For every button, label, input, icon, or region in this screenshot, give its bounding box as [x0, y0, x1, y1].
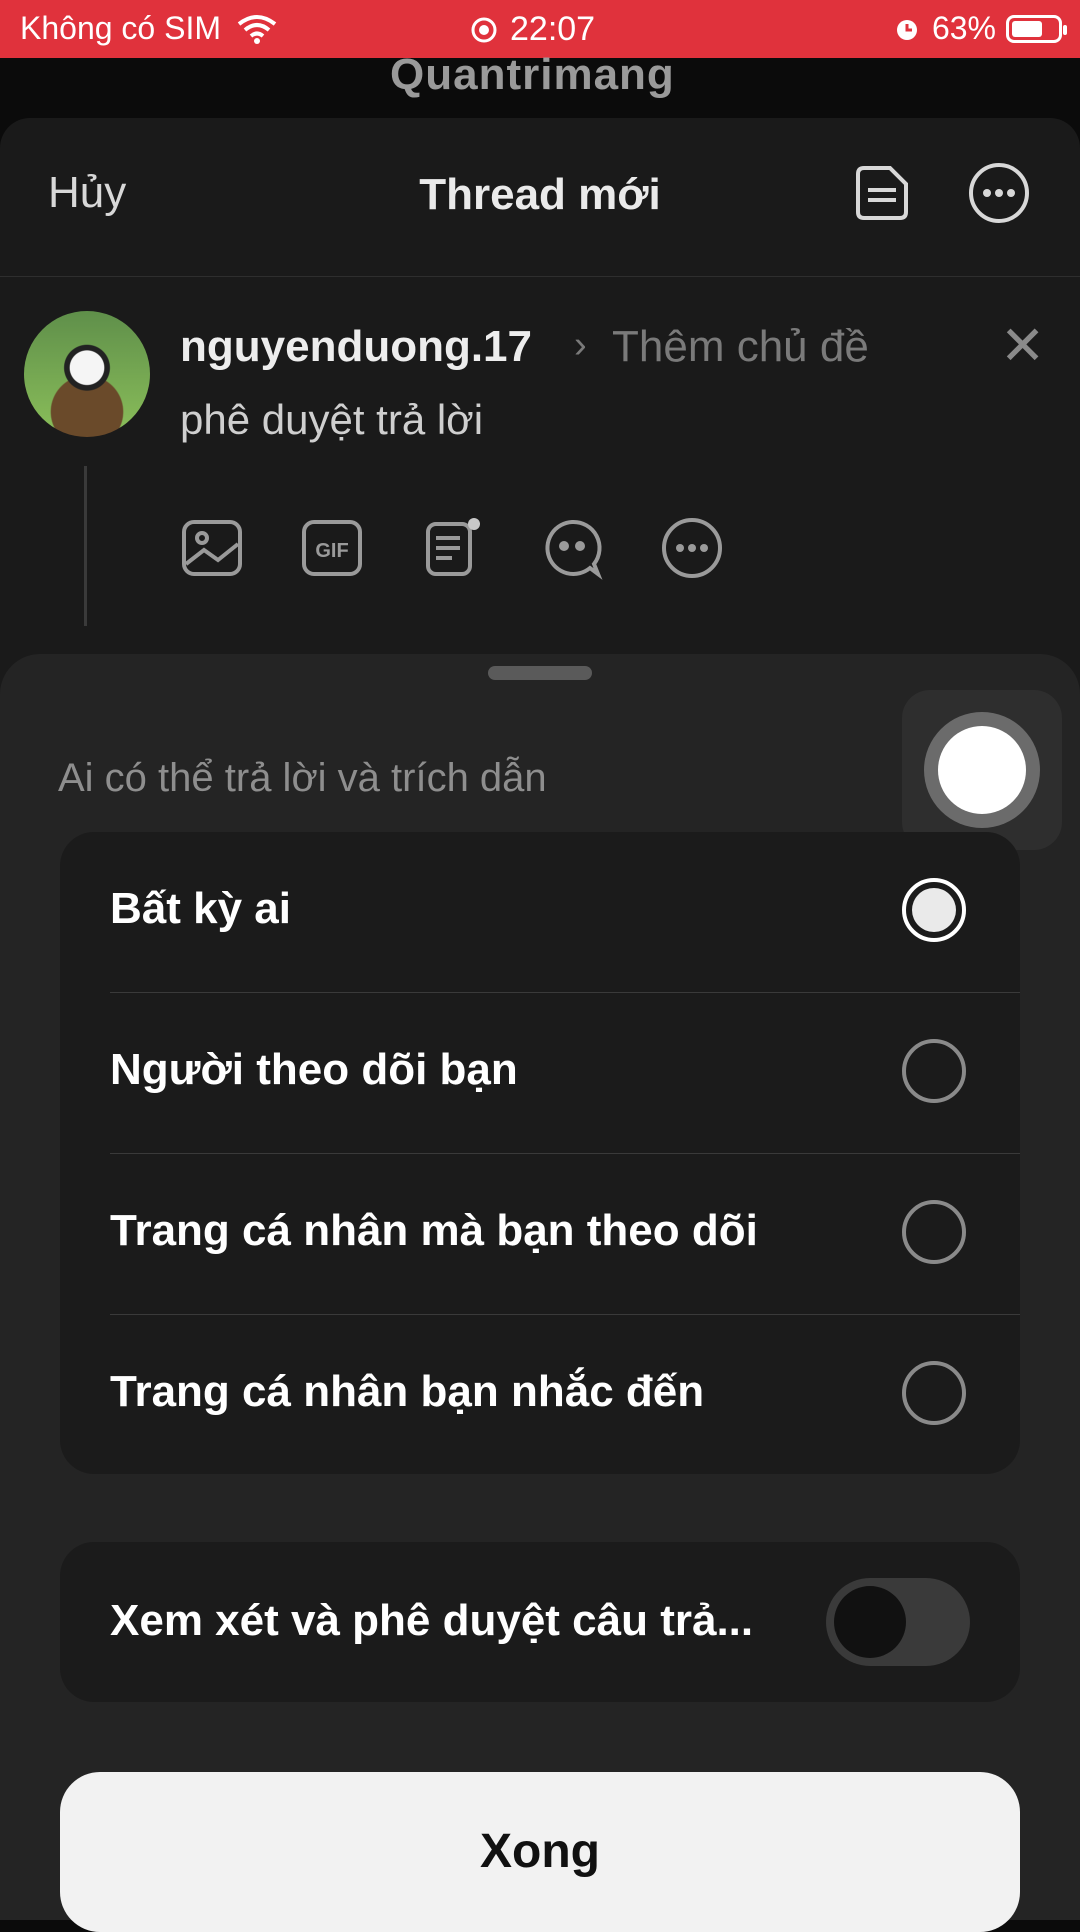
post-text-input[interactable]: phê duyệt trả lời — [180, 396, 483, 444]
carrier-label: Không có SIM — [20, 10, 221, 46]
radio-selected-icon[interactable] — [902, 878, 966, 942]
thread-line — [84, 466, 87, 626]
notes-icon[interactable] — [420, 516, 484, 580]
clock: 22:07 — [510, 10, 596, 48]
location-icon — [471, 17, 497, 42]
alarm-icon — [896, 19, 917, 40]
option-anyone[interactable]: Bất kỳ ai — [60, 832, 1020, 992]
more-options-icon[interactable] — [966, 160, 1032, 226]
done-label: Xong — [480, 1825, 600, 1878]
reply-options-list: Bất kỳ ai Người theo dõi bạn Trang cá nh… — [60, 832, 1020, 1474]
done-button[interactable]: Xong — [60, 1772, 1020, 1932]
add-topic-button[interactable]: Thêm chủ đề — [612, 322, 869, 372]
composer-toolbar: GIF — [180, 516, 724, 580]
option-profiles-you-follow[interactable]: Trang cá nhân mà bạn theo dõi — [60, 1154, 1020, 1314]
option-profiles-mentioned[interactable]: Trang cá nhân bạn nhắc đến — [60, 1315, 1020, 1475]
close-icon[interactable]: ✕ — [1000, 314, 1045, 377]
review-toggle[interactable] — [826, 1578, 970, 1666]
radio-unselected-icon[interactable] — [902, 1361, 966, 1425]
review-label: Xem xét và phê duyệt câu trả... — [110, 1596, 754, 1645]
assistive-touch-button[interactable] — [902, 690, 1062, 850]
watermark-logo: Quantrimang — [390, 50, 675, 99]
more-icon[interactable] — [660, 516, 724, 580]
battery-icon — [1006, 14, 1067, 43]
option-label: Người theo dõi bạn — [110, 1045, 518, 1094]
option-followers[interactable]: Người theo dõi bạn — [60, 993, 1020, 1153]
option-label: Trang cá nhân bạn nhắc đến — [110, 1367, 705, 1416]
battery-percent: 63% — [931, 10, 996, 46]
radio-unselected-icon[interactable] — [902, 1039, 966, 1103]
drafts-icon[interactable] — [850, 160, 916, 226]
radio-unselected-icon[interactable] — [902, 1200, 966, 1264]
sheet-label: Ai có thể trả lời và trích dẫn — [58, 756, 547, 800]
image-icon[interactable] — [180, 516, 244, 580]
wifi-icon — [237, 14, 277, 44]
review-replies-row[interactable]: Xem xét và phê duyệt câu trả... — [60, 1542, 1020, 1702]
quote-icon[interactable] — [540, 516, 604, 580]
username: nguyenduong.17 — [180, 322, 532, 371]
gif-icon[interactable]: GIF — [300, 516, 364, 580]
chevron-right-icon: › — [574, 324, 587, 366]
avatar — [24, 311, 150, 437]
sheet-grabber[interactable] — [488, 666, 592, 680]
option-label: Bất kỳ ai — [110, 884, 291, 933]
option-label: Trang cá nhân mà bạn theo dõi — [110, 1206, 758, 1255]
svg-text:GIF: GIF — [315, 540, 348, 562]
composer-header: Hủy Thread mới — [0, 118, 1080, 277]
page-title: Thread mới — [419, 170, 661, 219]
reply-settings-sheet: Ai có thể trả lời và trích dẫn Bất kỳ ai… — [0, 654, 1080, 1932]
